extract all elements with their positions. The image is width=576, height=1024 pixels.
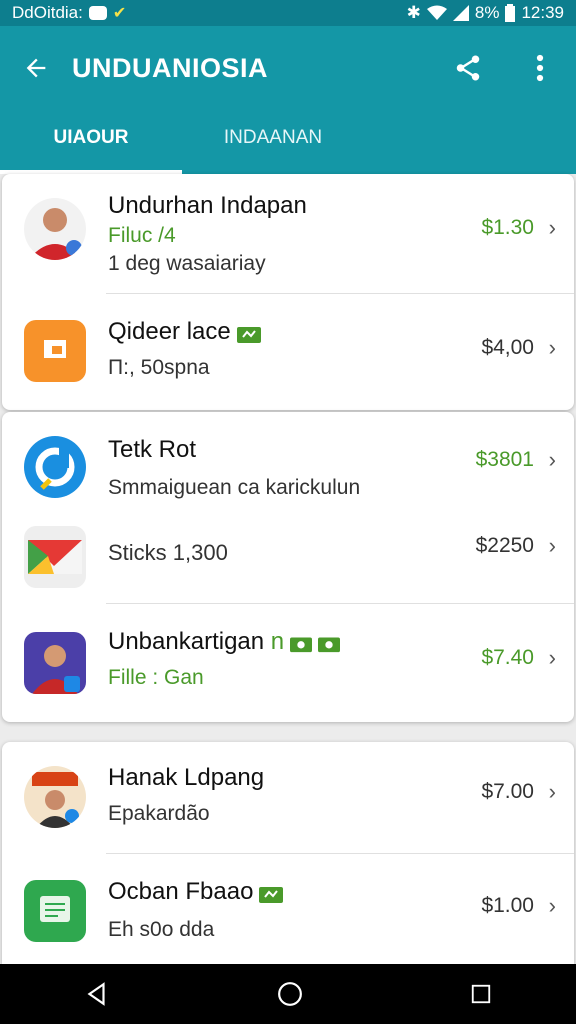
item-price: $3801 (475, 448, 534, 471)
list-card: Tetk Rot Smmaiguean ca karickulun $3801 … (2, 412, 574, 722)
list-card: Hanak Ldpang Epakardão $7.00 › Ocban Fba… (2, 742, 574, 964)
list-card: Undurhan Indapan Filuc /4 1 deg wasaiari… (2, 174, 574, 410)
shop-bag-icon (259, 886, 284, 903)
item-price: $1.00 (481, 894, 534, 917)
item-subtitle: Epakardão (108, 802, 210, 825)
more-options-button[interactable] (504, 53, 576, 83)
item-name: Qideer lace (108, 318, 261, 346)
app-icon (24, 526, 86, 588)
list-item[interactable]: Tetk Rot Smmaiguean ca karickulun $3801 … (2, 412, 574, 508)
chevron-right-icon: › (548, 335, 556, 360)
app-bar: UNDUANIOSIA (0, 26, 576, 110)
item-price: $1.30 (481, 216, 534, 239)
tab-indaanan[interactable]: INDAANAN (182, 110, 364, 174)
item-subtitle: Filuc /4 (108, 224, 176, 247)
clock: 12:39 (521, 3, 564, 22)
list-item[interactable]: Ocban Fbaao Eh s0o dda $1.00 › (2, 854, 574, 964)
status-bar: DdOitdia: ✔ ✱ 8% 12:39 (0, 0, 576, 26)
nav-home-icon[interactable] (277, 981, 303, 1007)
share-icon (456, 55, 480, 81)
item-subtitle: Π:, 50spna (108, 356, 210, 379)
item-subtitle: Sticks 1,300 (108, 540, 228, 565)
tab-uiaour[interactable]: UIAOUR (0, 110, 182, 174)
page-title: UNDUANIOSIA (72, 52, 269, 83)
list-item[interactable]: Undurhan Indapan Filuc /4 1 deg wasaiari… (2, 174, 574, 294)
item-detail: 1 deg wasaiariay (108, 252, 266, 275)
back-arrow-icon (26, 58, 46, 78)
app-icon (24, 320, 86, 382)
share-button[interactable] (432, 53, 504, 83)
chevron-right-icon: › (548, 533, 556, 558)
more-vert-icon (536, 54, 544, 82)
item-name: Undurhan Indapan (108, 192, 307, 219)
shop-bag-icon (290, 637, 313, 652)
status-left-text: DdOitdia: (12, 3, 83, 22)
battery-icon (505, 4, 516, 22)
item-badge: n (270, 628, 285, 655)
item-price: $2250 (475, 534, 534, 557)
bluetooth-icon: ✱ (406, 3, 421, 22)
chevron-right-icon: › (548, 215, 556, 240)
item-price: $7.40 (481, 646, 534, 669)
app-icon (24, 436, 86, 498)
chevron-right-icon: › (548, 893, 556, 918)
back-button[interactable] (0, 54, 72, 82)
item-name: Hanak Ldpang (108, 764, 265, 791)
list-item[interactable]: Sticks 1,300 $2250 › (2, 508, 574, 604)
wifi-icon (426, 5, 447, 20)
nav-recents-icon[interactable] (470, 983, 492, 1005)
chevron-right-icon: › (548, 447, 556, 472)
item-name: Tetk Rot (108, 436, 197, 463)
avatar (24, 198, 86, 260)
message-icon (88, 6, 107, 20)
item-subtitle: Eh s0o dda (108, 918, 215, 941)
signal-icon (452, 5, 469, 21)
list-item[interactable]: Qideer lace Π:, 50spna $4,00 › (2, 294, 574, 410)
item-subtitle: Smmaiguean ca karickulun (108, 476, 361, 499)
tab-bar: UIAOUR INDAANAN (0, 110, 576, 174)
nav-back-icon[interactable] (84, 981, 110, 1007)
check-icon: ✔ (112, 5, 127, 22)
chevron-right-icon: › (548, 645, 556, 670)
list-item[interactable]: Unbankartigan n Fille : Gan $7.40 › (2, 604, 574, 722)
shop-bag-icon (318, 637, 341, 652)
app-icon (24, 880, 86, 942)
list-item[interactable]: Hanak Ldpang Epakardão $7.00 › (2, 742, 574, 854)
battery-percent: 8% (474, 3, 500, 22)
chevron-right-icon: › (548, 779, 556, 804)
item-price: $7.00 (481, 780, 534, 803)
item-subtitle: Fille : Gan (108, 666, 204, 689)
system-nav-bar (0, 964, 576, 1024)
avatar (24, 766, 86, 828)
item-price: $4,00 (481, 336, 534, 359)
shop-bag-icon (236, 326, 261, 343)
avatar (24, 632, 86, 694)
item-name: Unbankartigan n (108, 628, 341, 656)
item-name: Ocban Fbaao (108, 878, 284, 906)
